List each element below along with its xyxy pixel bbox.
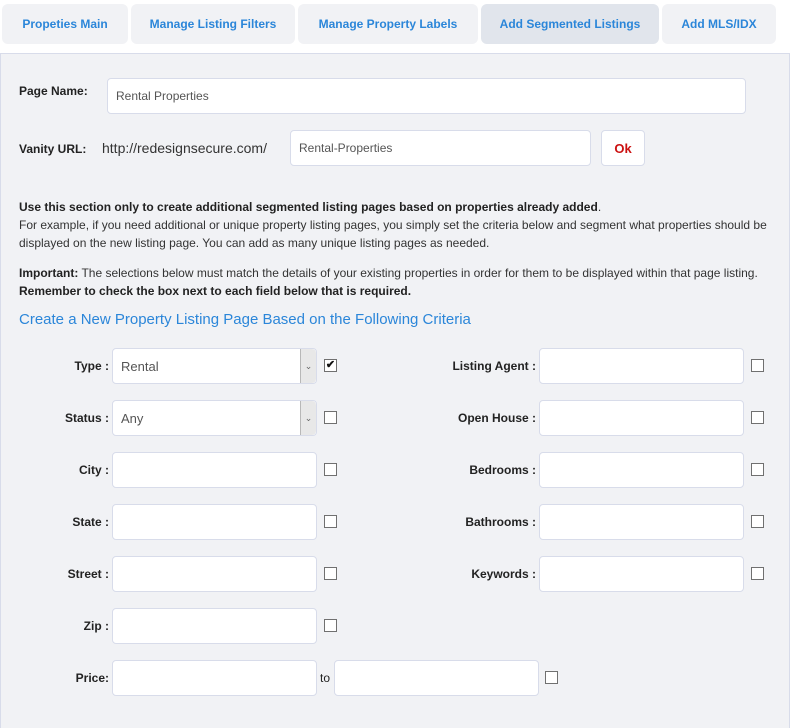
- status-select[interactable]: Any ⌄: [112, 400, 317, 436]
- status-checkbox[interactable]: [324, 411, 337, 424]
- tab-manage-listing-filters[interactable]: Manage Listing Filters: [131, 4, 295, 44]
- bedrooms-input[interactable]: [539, 452, 744, 488]
- state-input[interactable]: [112, 504, 317, 540]
- chevron-down-icon: ⌄: [300, 401, 316, 435]
- street-checkbox[interactable]: [324, 567, 337, 580]
- bedrooms-label: Bedrooms :: [469, 463, 536, 477]
- street-label: Street :: [67, 567, 109, 581]
- page-name-input[interactable]: [107, 78, 746, 114]
- zip-checkbox[interactable]: [324, 619, 337, 632]
- keywords-label: Keywords :: [471, 567, 536, 581]
- checkmark-icon: ✔: [325, 359, 336, 371]
- price-from-input[interactable]: [112, 660, 317, 696]
- bedrooms-checkbox[interactable]: [751, 463, 764, 476]
- type-select[interactable]: Rental ⌄: [112, 348, 317, 384]
- vanity-url-input[interactable]: [290, 130, 591, 166]
- listing-agent-label: Listing Agent :: [452, 359, 536, 373]
- tab-add-segmented-listings[interactable]: Add Segmented Listings: [481, 4, 659, 44]
- state-label: State :: [72, 515, 109, 529]
- info-line2: For example, if you need additional or u…: [19, 218, 767, 250]
- chevron-down-icon: ⌄: [300, 349, 316, 383]
- criteria-section-title: Create a New Property Listing Page Based…: [19, 311, 471, 328]
- vanity-url-label: Vanity URL:: [19, 142, 87, 156]
- zip-input[interactable]: [112, 608, 317, 644]
- bathrooms-checkbox[interactable]: [751, 515, 764, 528]
- type-label: Type :: [74, 359, 109, 373]
- city-label: City :: [79, 463, 109, 477]
- type-checkbox[interactable]: ✔: [324, 359, 337, 372]
- vanity-url-prefix: http://redesignsecure.com/: [102, 140, 267, 156]
- listing-agent-checkbox[interactable]: [751, 359, 764, 372]
- price-label: Price:: [75, 671, 109, 685]
- type-select-value: Rental: [121, 359, 159, 374]
- status-select-value: Any: [121, 411, 144, 426]
- info-line1-bold: Use this section only to create addition…: [19, 200, 598, 214]
- open-house-input[interactable]: [539, 400, 744, 436]
- city-input[interactable]: [112, 452, 317, 488]
- tab-bar: Propeties Main Manage Listing Filters Ma…: [0, 0, 790, 46]
- price-to-input[interactable]: [334, 660, 539, 696]
- tab-add-mls-idx[interactable]: Add MLS/IDX: [662, 4, 776, 44]
- bathrooms-label: Bathrooms :: [465, 515, 536, 529]
- info-line1-end: .: [597, 200, 602, 214]
- important-label: Important:: [19, 266, 79, 280]
- price-checkbox[interactable]: [545, 671, 558, 684]
- street-input[interactable]: [112, 556, 317, 592]
- keywords-input[interactable]: [539, 556, 744, 592]
- open-house-label: Open House :: [457, 411, 536, 425]
- bathrooms-input[interactable]: [539, 504, 744, 540]
- page-name-label: Page Name:: [19, 84, 88, 98]
- state-checkbox[interactable]: [324, 515, 337, 528]
- price-to-label: to: [320, 671, 331, 685]
- remember-text: Remember to check the box next to each f…: [19, 284, 412, 298]
- zip-label: Zip :: [83, 619, 109, 633]
- ok-button[interactable]: Ok: [601, 130, 645, 166]
- info-description: Use this section only to create addition…: [19, 198, 769, 252]
- status-label: Status :: [64, 411, 109, 425]
- info-important: Important: The selections below must mat…: [19, 264, 769, 300]
- open-house-checkbox[interactable]: [751, 411, 764, 424]
- keywords-checkbox[interactable]: [751, 567, 764, 580]
- city-checkbox[interactable]: [324, 463, 337, 476]
- tab-properties-main[interactable]: Propeties Main: [2, 4, 128, 44]
- important-text: The selections below must match the deta…: [78, 266, 758, 280]
- listing-agent-input[interactable]: [539, 348, 744, 384]
- tab-manage-property-labels[interactable]: Manage Property Labels: [298, 4, 478, 44]
